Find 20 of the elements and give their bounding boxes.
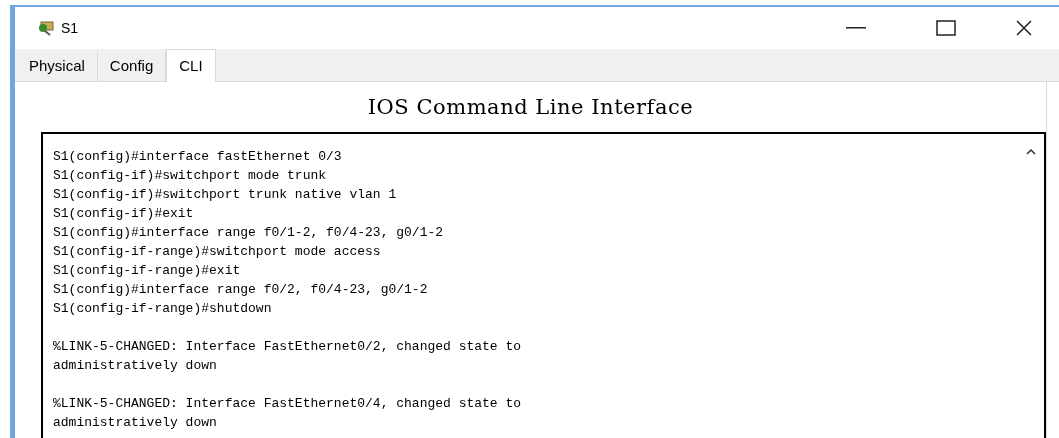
minimize-icon xyxy=(846,27,866,29)
maximize-icon xyxy=(936,20,956,36)
tab[interactable]: CLI xyxy=(166,49,216,82)
window-title: S1 xyxy=(61,18,79,38)
terminal-line: %LINK-5-CHANGED: Interface FastEthernet0/2, changed state to xyxy=(53,338,523,356)
terminal-line: S1(config)#interface fastEthernet 0/3 xyxy=(53,148,343,166)
terminal-line: S1(config-if-range)#shutdown xyxy=(53,300,273,318)
terminal-line: %LINK-5-CHANGED: Interface FastEthernet0/4, changed state to xyxy=(53,395,523,413)
terminal-line: administratively down xyxy=(53,414,218,432)
terminal-line: S1(config)#interface range f0/2, f0/4-23, g0/1-2 xyxy=(53,281,429,299)
panel-heading: IOS Command Line Interface xyxy=(366,94,695,121)
terminal-line: S1(config-if)#switchport trunk native vlan 1 xyxy=(53,186,398,204)
terminal-line: S1(config-if-range)#switchport mode access xyxy=(53,243,382,261)
terminal-line: S1(config-if)#exit xyxy=(53,205,195,223)
terminal-line: S1(config)#interface range f0/1-2, f0/4-23, g0/1-2 xyxy=(53,224,445,242)
terminal-line: S1(config-if-range)#exit xyxy=(53,262,242,280)
close-icon xyxy=(1015,20,1033,36)
scroll-up-icon[interactable] xyxy=(1026,149,1036,155)
terminal-line: administratively down xyxy=(53,357,218,375)
terminal-line: S1(config-if)#switchport mode trunk xyxy=(53,167,328,185)
